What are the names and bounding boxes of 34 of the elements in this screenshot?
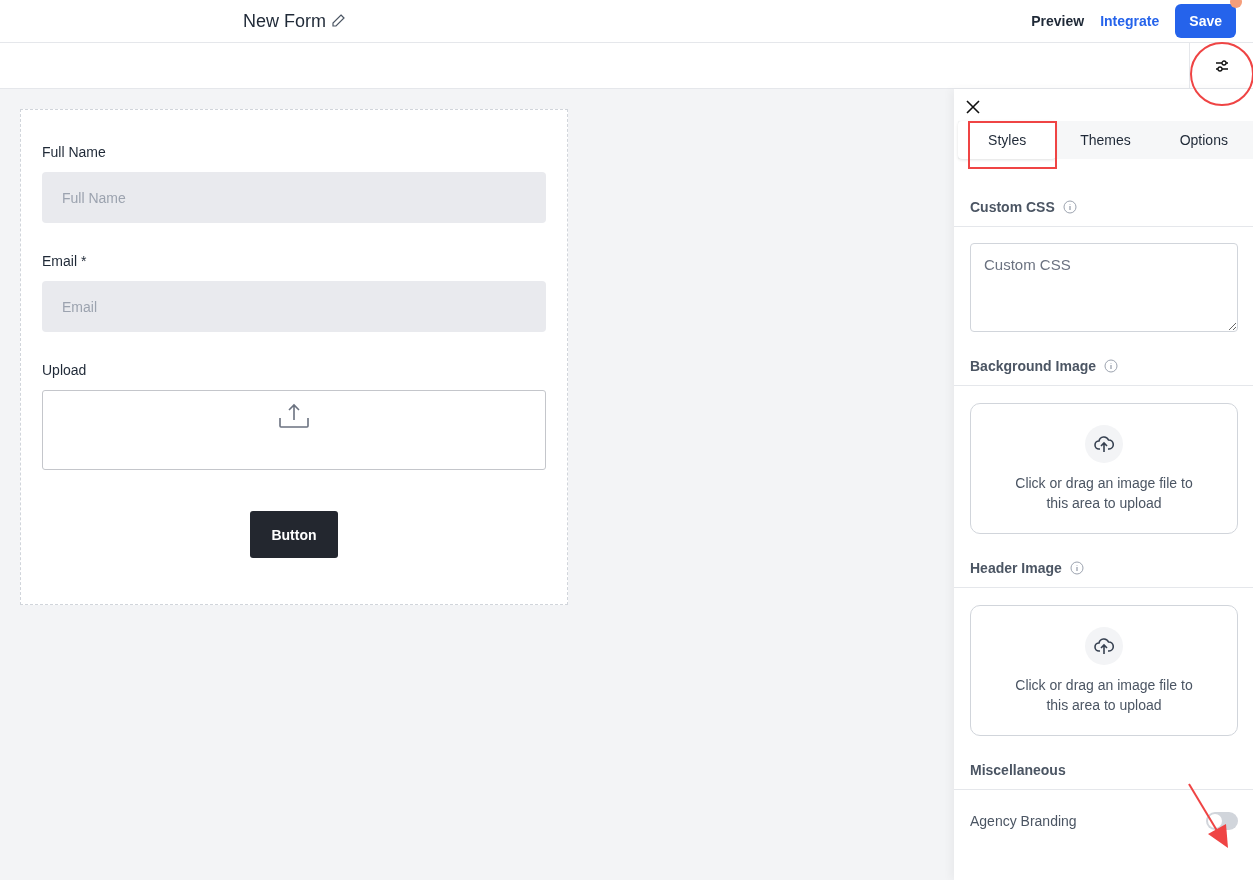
info-icon [1104,358,1119,373]
info-icon [1069,560,1084,575]
submit-button[interactable]: Button [250,511,338,558]
tab[interactable]: Styles [958,121,1057,159]
upload-field[interactable] [42,390,546,470]
section-title: Miscellaneous [970,761,1066,778]
section-title: Header Image [970,559,1062,576]
cloud-upload-icon [1094,434,1114,453]
preview-link[interactable]: Preview [1031,13,1085,29]
form-title: New Form [243,10,326,32]
sliders-icon [1213,59,1230,72]
field-label: Upload [42,362,88,378]
dropzone-text: Click or drag an image file to this area to upload [1014,473,1194,513]
cloud-upload-icon [1094,636,1114,655]
toggle-label: Agency Branding [970,813,1077,829]
info-icon [1062,199,1077,214]
tab[interactable]: Themes [1056,121,1155,159]
pencil-icon[interactable] [330,13,346,29]
upload-icon [278,403,310,429]
toggle-switch[interactable] [1206,812,1238,830]
section-title: Custom CSS [970,198,1055,215]
highlight-circle [1190,42,1253,106]
input-field[interactable]: Full Name [42,172,546,223]
integrate-link[interactable]: Integrate [1100,13,1160,29]
css-field[interactable]: Custom CSS [970,243,1238,332]
input-field[interactable]: Email [42,281,546,332]
field-label: Email * [42,253,88,269]
image-dropzone[interactable]: Click or drag an image file to this area to upload [970,605,1238,736]
image-dropzone[interactable]: Click or drag an image file to this area to upload [970,403,1238,534]
section-title: Background Image [970,357,1097,374]
save-button[interactable]: Save [1175,4,1236,38]
tab[interactable]: Options [1154,121,1253,159]
field-label: Full Name [42,144,107,160]
dropzone-text: Click or drag an image file to this area to upload [1014,675,1194,715]
